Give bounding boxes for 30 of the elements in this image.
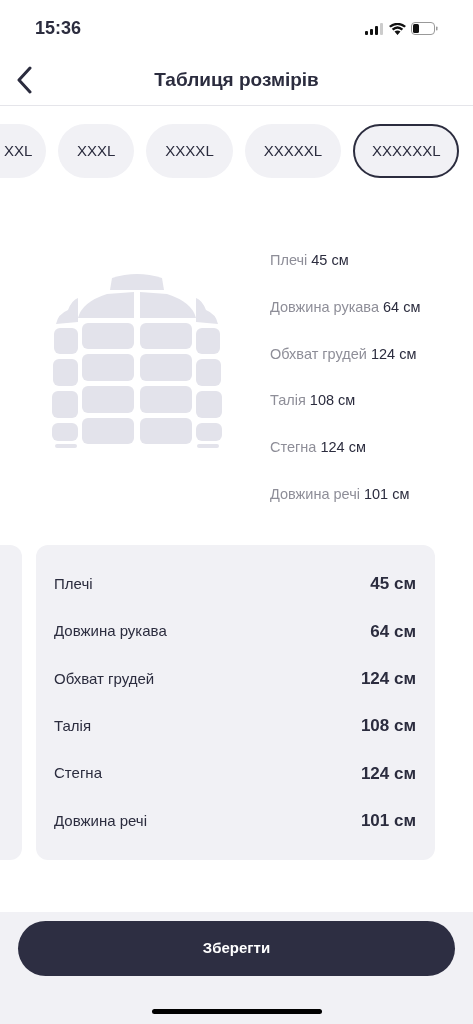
measurement-text: Обхват грудей 124 см	[270, 344, 418, 364]
wifi-icon	[389, 22, 406, 35]
measurement-value: 45 см	[370, 573, 416, 596]
measurement-text: Стегна 124 см	[270, 438, 367, 457]
measurement-label: Обхват грудей	[54, 668, 155, 689]
measurement-label: Довжина рукава	[54, 621, 167, 642]
size-chip[interactable]: XXXXXXL	[353, 124, 460, 178]
measurement-text: Плечі 45 см	[270, 251, 350, 270]
page-title: Таблиця розмірів	[154, 67, 319, 92]
measurement-text: Довжина рукава 64 см	[270, 297, 421, 317]
size-chip[interactable]: XXL	[0, 124, 46, 178]
measurement-value: 64 см	[370, 620, 416, 643]
measurement-label: Стегна	[54, 763, 102, 784]
size-chip[interactable]: XXXL	[58, 124, 135, 178]
battery-icon	[411, 22, 438, 35]
back-icon	[16, 66, 32, 94]
measurement-value: 108 см	[360, 715, 416, 738]
measurement-value: 101 см	[360, 810, 416, 833]
size-chip[interactable]: XXXXXL	[244, 124, 342, 178]
size-chip[interactable]: XXXXL	[146, 124, 233, 178]
status-time: 15:36	[35, 17, 82, 40]
signal-icon	[365, 22, 384, 35]
measurement-value: 124 см	[360, 762, 416, 785]
measurement-value: 124 см	[360, 668, 416, 691]
save-button[interactable]: Зберегти	[18, 921, 455, 976]
measurement-label: Довжина речі	[54, 810, 147, 831]
measurement-label: Плечі	[54, 573, 93, 594]
measurement-label: Талія	[54, 715, 92, 736]
measurement-text: Довжина речі 101 см	[270, 484, 411, 504]
measurement-text: Талія 108 см	[270, 391, 357, 411]
